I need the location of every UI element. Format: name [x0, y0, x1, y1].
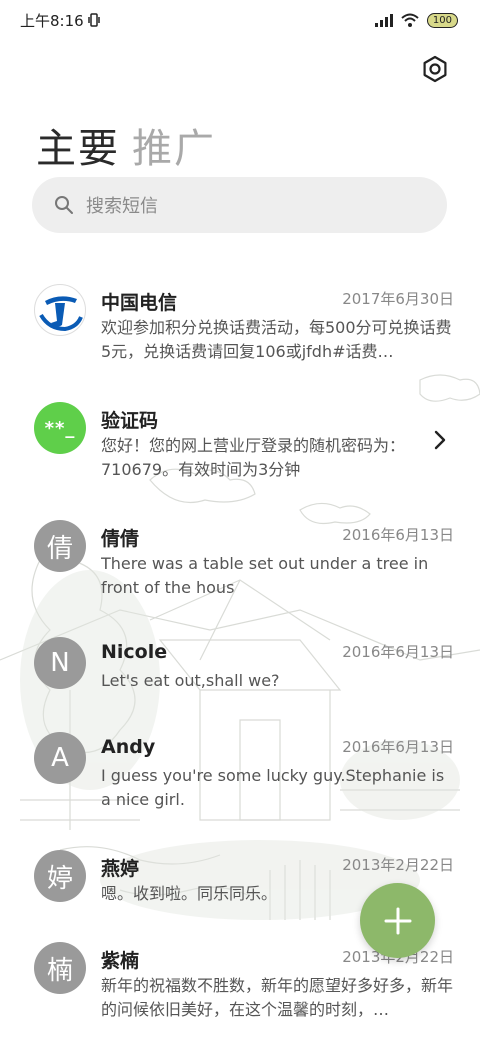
conversation-name: Andy [101, 736, 156, 758]
status-time: 上午8:16 [20, 11, 84, 30]
conversation-snippet: 您好！您的网上营业厅登录的随机密码为：710679。有效时间为3分钟 [101, 436, 406, 479]
tab-bar: 主要 推广 [36, 116, 216, 174]
tab-primary[interactable]: 主要 [36, 116, 120, 174]
vibrate-icon [87, 13, 100, 27]
settings-button[interactable] [418, 52, 452, 86]
conversation-snippet: There was a table set out under a tree i… [101, 554, 429, 597]
conversation-date: 2016年6月13日 [342, 738, 454, 756]
conversation-date: 2017年6月30日 [342, 290, 454, 308]
search-placeholder: 搜索短信 [86, 196, 158, 217]
conversation-date: 2016年6月13日 [342, 643, 454, 661]
avatar: A [34, 732, 86, 784]
signal-icon [374, 13, 393, 27]
conversation-item[interactable]: A Andy 2016年6月13日 I guess you're some lu… [0, 732, 480, 828]
tab-promo[interactable]: 推广 [132, 116, 216, 174]
conversation-name: 验证码 [101, 410, 159, 432]
conversation-date: 2016年6月13日 [342, 526, 454, 544]
search-icon [55, 196, 73, 214]
conversation-name: 倩倩 [101, 528, 140, 550]
search-bar[interactable]: 搜索短信 [32, 177, 447, 233]
avatar: N [34, 637, 86, 689]
chevron-right-icon[interactable] [434, 430, 446, 450]
avatar: 倩 [34, 520, 86, 572]
conversation-name: 紫楠 [101, 950, 140, 972]
telecom-logo-icon [36, 286, 84, 334]
conversation-date: 2013年2月22日 [342, 856, 454, 874]
battery-indicator: 100 [426, 12, 458, 28]
conversation-name: 中国电信 [101, 292, 178, 314]
conversation-snippet: 欢迎参加积分兑换话费活动，每500分可兑换话费5元，兑换话费请回复106或jfd… [101, 318, 452, 361]
conversation-snippet: Let's eat out,shall we? [101, 671, 280, 690]
conversation-name: Nicole [101, 641, 168, 663]
plus-icon [384, 907, 411, 934]
conversation-item[interactable]: **_ 验证码 您好！您的网上营业厅登录的随机密码为：710679。有效时间为3… [0, 402, 480, 498]
conversation-item[interactable]: 倩 倩倩 2016年6月13日 There was a table set ou… [0, 520, 480, 616]
avatar: 楠 [34, 942, 86, 994]
new-message-button[interactable] [360, 883, 435, 958]
telecom-logo-avatar [34, 284, 86, 336]
avatar: **_ [34, 402, 86, 454]
hexagon-gear-icon [423, 55, 447, 83]
conversation-item[interactable]: 中国电信 2017年6月30日 欢迎参加积分兑换话费活动，每500分可兑换话费5… [0, 284, 480, 380]
wifi-icon [401, 13, 419, 27]
conversation-item[interactable]: N Nicole 2016年6月13日 Let's eat out,shall … [0, 637, 480, 707]
status-bar: 上午8:16 100 [0, 0, 480, 40]
conversation-snippet: I guess you're some lucky guy.Stephanie … [101, 766, 445, 809]
conversation-snippet: 新年的祝福数不胜数，新年的愿望好多好多，新年的问候依旧美好，在这个温馨的时刻，… [101, 976, 453, 1019]
conversation-name: 燕婷 [101, 858, 140, 880]
avatar: 婷 [34, 850, 86, 902]
